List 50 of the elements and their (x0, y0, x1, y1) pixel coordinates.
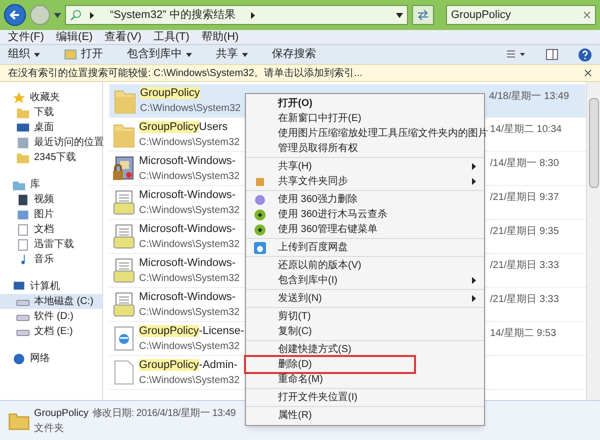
menu-label: 使用图片压缩缩放处理工具压缩文件夹内的图片 (278, 126, 488, 140)
details-type: 文件夹 (34, 422, 65, 436)
menu-label: 删除(D) (278, 358, 312, 372)
file-path: C:\Windows\System32 (139, 374, 241, 388)
file-name: Microsoft-Windows- (139, 256, 237, 270)
file-path: C:\Windows\System32 (139, 340, 241, 354)
menu-label: 剪切(T) (278, 310, 311, 324)
modified-date: /14/星期一 8:30 (489, 156, 560, 171)
modified-date: /21/星期日 3:33 (489, 258, 560, 273)
file-path: C:\Windows\System32 (140, 102, 242, 116)
menu-label: 属性(R) (278, 408, 312, 422)
file-name: GroupPolicy (140, 86, 201, 101)
file-path: C:\Windows\System32 (139, 136, 241, 150)
file-path: C:\Windows\System32 (139, 306, 241, 320)
menu-label: 创建快捷方式(S) (278, 342, 352, 356)
modified-date: /21/星期日 9:37 (489, 190, 560, 205)
file-name: Microsoft-Windows- (139, 154, 237, 168)
info-bar-text: 在没有索引的位置搜索可能较慢: C:\Windows\System32。请单击以添加到索引... (8, 66, 364, 80)
modified-date: /21/星期日 9:35 (489, 224, 560, 239)
modified-date: 14/星期二 9:53 (489, 326, 558, 341)
modified-date: /21/星期日 3:33 (489, 292, 560, 307)
file-name: Microsoft-Windows- (139, 188, 237, 202)
file-name: GroupPolicyUsers (139, 120, 229, 134)
menu-label: 打开文件夹位置(I) (278, 390, 358, 404)
menu-label: 重命名(M) (278, 372, 323, 386)
menu-label: 上传到百度网盘 (278, 240, 348, 254)
file-path: C:\Windows\System32 (139, 170, 241, 184)
menu-label: 在新窗口中打开(E) (278, 112, 362, 126)
file-path: C:\Windows\System32 (139, 272, 241, 286)
details-name: GroupPolicy (34, 406, 88, 420)
menu-label: 还原以前的版本(V) (278, 258, 362, 272)
menu-label: 复制(C) (278, 324, 312, 338)
modified-date: 14/星期二 10:34 (489, 122, 563, 137)
file-name: Microsoft-Windows- (139, 222, 237, 236)
file-path: C:\Windows\System32 (139, 204, 241, 218)
menu-label: 管理员取得所有权 (278, 142, 358, 156)
modified-date: 4/18/星期一 13:49 (488, 90, 570, 104)
menu-label: 共享(H) (278, 160, 312, 174)
menu-label: 使用 360进行木马云查杀 (278, 208, 388, 222)
file-name: GroupPolicy-Admin- (139, 358, 238, 372)
file-name: Microsoft-Windows- (139, 290, 237, 304)
file-path: C:\Windows\System32 (139, 238, 241, 252)
file-name: GroupPolicy-License- (139, 324, 246, 338)
menu-label: 发送到(N) (278, 292, 322, 306)
menu-label: 共享文件夹同步 (278, 174, 348, 188)
details-modified: 修改日期: 2016/4/18/星期一 13:49 (92, 406, 236, 420)
menu-label: 使用 360管理右键菜单 (278, 222, 378, 236)
menu-label: 包含到库中(I) (278, 274, 338, 288)
menu-label: 打开(O) (278, 96, 312, 110)
menu-label: 使用 360强力删除 (278, 192, 358, 206)
